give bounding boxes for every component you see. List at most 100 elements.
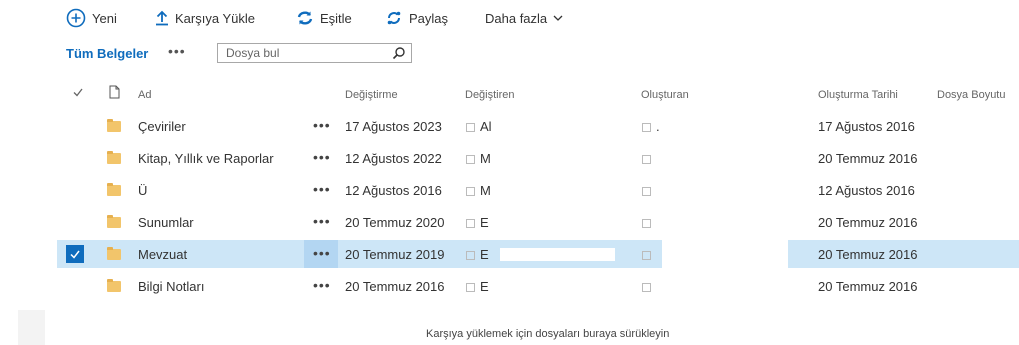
search-input[interactable]: [218, 44, 386, 62]
column-created[interactable]: Oluşturma Tarihi: [818, 89, 898, 101]
presence-icon: [466, 251, 475, 260]
column-modified[interactable]: Değiştirme: [345, 89, 398, 101]
presence-icon: [642, 123, 651, 132]
chevron-down-icon: [553, 14, 563, 22]
modified-by-name: Al: [480, 119, 492, 134]
sync-label: Eşitle: [320, 10, 352, 26]
item-more-button[interactable]: •••: [313, 277, 331, 293]
presence-icon: [466, 187, 475, 196]
item-modified-by[interactable]: M: [466, 151, 491, 166]
item-created: 20 Temmuz 2016: [818, 279, 918, 294]
presence-icon: [466, 219, 475, 228]
item-created: 20 Temmuz 2016: [818, 151, 918, 166]
item-created-by[interactable]: [642, 279, 656, 294]
upload-label: Karşıya Yükle: [175, 10, 255, 26]
item-name[interactable]: Ü: [138, 183, 147, 198]
presence-icon: [466, 155, 475, 164]
add-circle-icon: [66, 8, 86, 28]
item-modified: 20 Temmuz 2016: [345, 279, 445, 294]
modified-by-name: E: [480, 279, 489, 294]
share-button[interactable]: Paylaş: [385, 8, 448, 28]
item-modified-by[interactable]: M: [466, 183, 491, 198]
item-modified-by[interactable]: E: [466, 247, 489, 262]
document-icon[interactable]: [109, 85, 120, 102]
item-more-button[interactable]: •••: [313, 245, 331, 261]
item-name[interactable]: Sunumlar: [138, 215, 194, 230]
presence-icon: [466, 123, 475, 132]
folder-icon: [107, 183, 121, 196]
upload-arrow-icon: [155, 10, 169, 26]
command-bar: Yeni Karşıya Yükle Eşitle Paylaş Daha fa…: [0, 0, 1019, 36]
item-modified-by[interactable]: Al: [466, 119, 492, 134]
more-label: Daha fazla: [485, 10, 548, 26]
presence-icon: [642, 187, 651, 196]
item-more-button[interactable]: •••: [313, 117, 331, 133]
item-modified: 20 Temmuz 2020: [345, 215, 445, 230]
view-more-button[interactable]: •••: [168, 43, 186, 59]
sync-icon: [296, 10, 314, 26]
item-created: 20 Temmuz 2016: [818, 215, 918, 230]
search-icon[interactable]: [392, 46, 406, 63]
presence-icon: [642, 219, 651, 228]
modified-by-name: M: [480, 183, 491, 198]
list-item-selected[interactable]: Mevzuat ••• 20 Temmuz 2019 E 20 Temmuz 2…: [0, 240, 1019, 268]
share-icon: [385, 9, 403, 27]
new-label: Yeni: [92, 10, 117, 26]
list-item[interactable]: Kitap, Yıllık ve Raporlar ••• 12 Ağustos…: [0, 144, 1019, 172]
column-size[interactable]: Dosya Boyutu: [937, 89, 1005, 101]
item-created-by[interactable]: .: [642, 119, 660, 134]
item-modified-by[interactable]: E: [466, 215, 489, 230]
presence-icon: [642, 251, 651, 260]
select-all-check-icon[interactable]: [73, 88, 83, 100]
item-name[interactable]: Mevzuat: [138, 247, 187, 262]
item-name[interactable]: Çeviriler: [138, 119, 186, 134]
item-name[interactable]: Kitap, Yıllık ve Raporlar: [138, 151, 274, 166]
more-menu-button[interactable]: Daha fazla: [485, 8, 563, 28]
folder-icon: [107, 151, 121, 164]
search-box: [217, 43, 412, 63]
item-modified: 12 Ağustos 2022: [345, 151, 442, 166]
share-label: Paylaş: [409, 10, 449, 26]
item-modified: 17 Ağustos 2023: [345, 119, 442, 134]
folder-icon: [107, 119, 121, 132]
item-name[interactable]: Bilgi Notları: [138, 279, 204, 294]
item-created: 12 Ağustos 2016: [818, 183, 915, 198]
item-more-button[interactable]: •••: [313, 149, 331, 165]
item-created: 20 Temmuz 2016: [818, 247, 918, 262]
created-by-name: .: [656, 119, 660, 134]
modified-by-name: M: [480, 151, 491, 166]
upload-button[interactable]: Karşıya Yükle: [155, 8, 255, 28]
presence-icon: [642, 283, 651, 292]
sync-button[interactable]: Eşitle: [296, 8, 352, 28]
folder-icon: [107, 279, 121, 292]
item-more-button[interactable]: •••: [313, 213, 331, 229]
new-button[interactable]: Yeni: [66, 8, 117, 28]
item-more-button[interactable]: •••: [313, 181, 331, 197]
view-selector[interactable]: Tüm Belgeler: [66, 46, 148, 61]
folder-icon: [107, 215, 121, 228]
column-modified-by[interactable]: Değiştiren: [465, 89, 515, 101]
left-edge-panel: [18, 310, 45, 345]
folder-icon: [107, 247, 121, 260]
modified-by-name: E: [480, 215, 489, 230]
item-modified-by[interactable]: E: [466, 279, 489, 294]
list-item[interactable]: Çeviriler ••• 17 Ağustos 2023 Al . 17 Ağ…: [0, 112, 1019, 140]
item-created-by[interactable]: [642, 151, 656, 166]
item-modified: 12 Ağustos 2016: [345, 183, 442, 198]
column-created-by[interactable]: Oluşturan: [641, 89, 689, 101]
item-created: 17 Ağustos 2016: [818, 119, 915, 134]
modified-by-name: E: [480, 247, 489, 262]
check-icon: [70, 250, 80, 259]
item-modified: 20 Temmuz 2019: [345, 247, 445, 262]
item-created-by[interactable]: [642, 183, 656, 198]
presence-icon: [642, 155, 651, 164]
column-name[interactable]: Ad: [138, 89, 151, 101]
list-item[interactable]: Bilgi Notları ••• 20 Temmuz 2016 E 20 Te…: [0, 272, 1019, 300]
list-header: Ad Değiştirme Değiştiren Oluşturan Oluşt…: [0, 84, 1019, 106]
list-item[interactable]: Ü ••• 12 Ağustos 2016 M 12 Ağustos 2016: [0, 176, 1019, 204]
item-created-by[interactable]: [642, 215, 656, 230]
row-select-checkbox[interactable]: [66, 245, 84, 263]
item-created-by[interactable]: [642, 247, 656, 262]
drop-zone-hint: Karşıya yüklemek için dosyaları buraya s…: [426, 328, 670, 340]
list-item[interactable]: Sunumlar ••• 20 Temmuz 2020 E 20 Temmuz …: [0, 208, 1019, 236]
